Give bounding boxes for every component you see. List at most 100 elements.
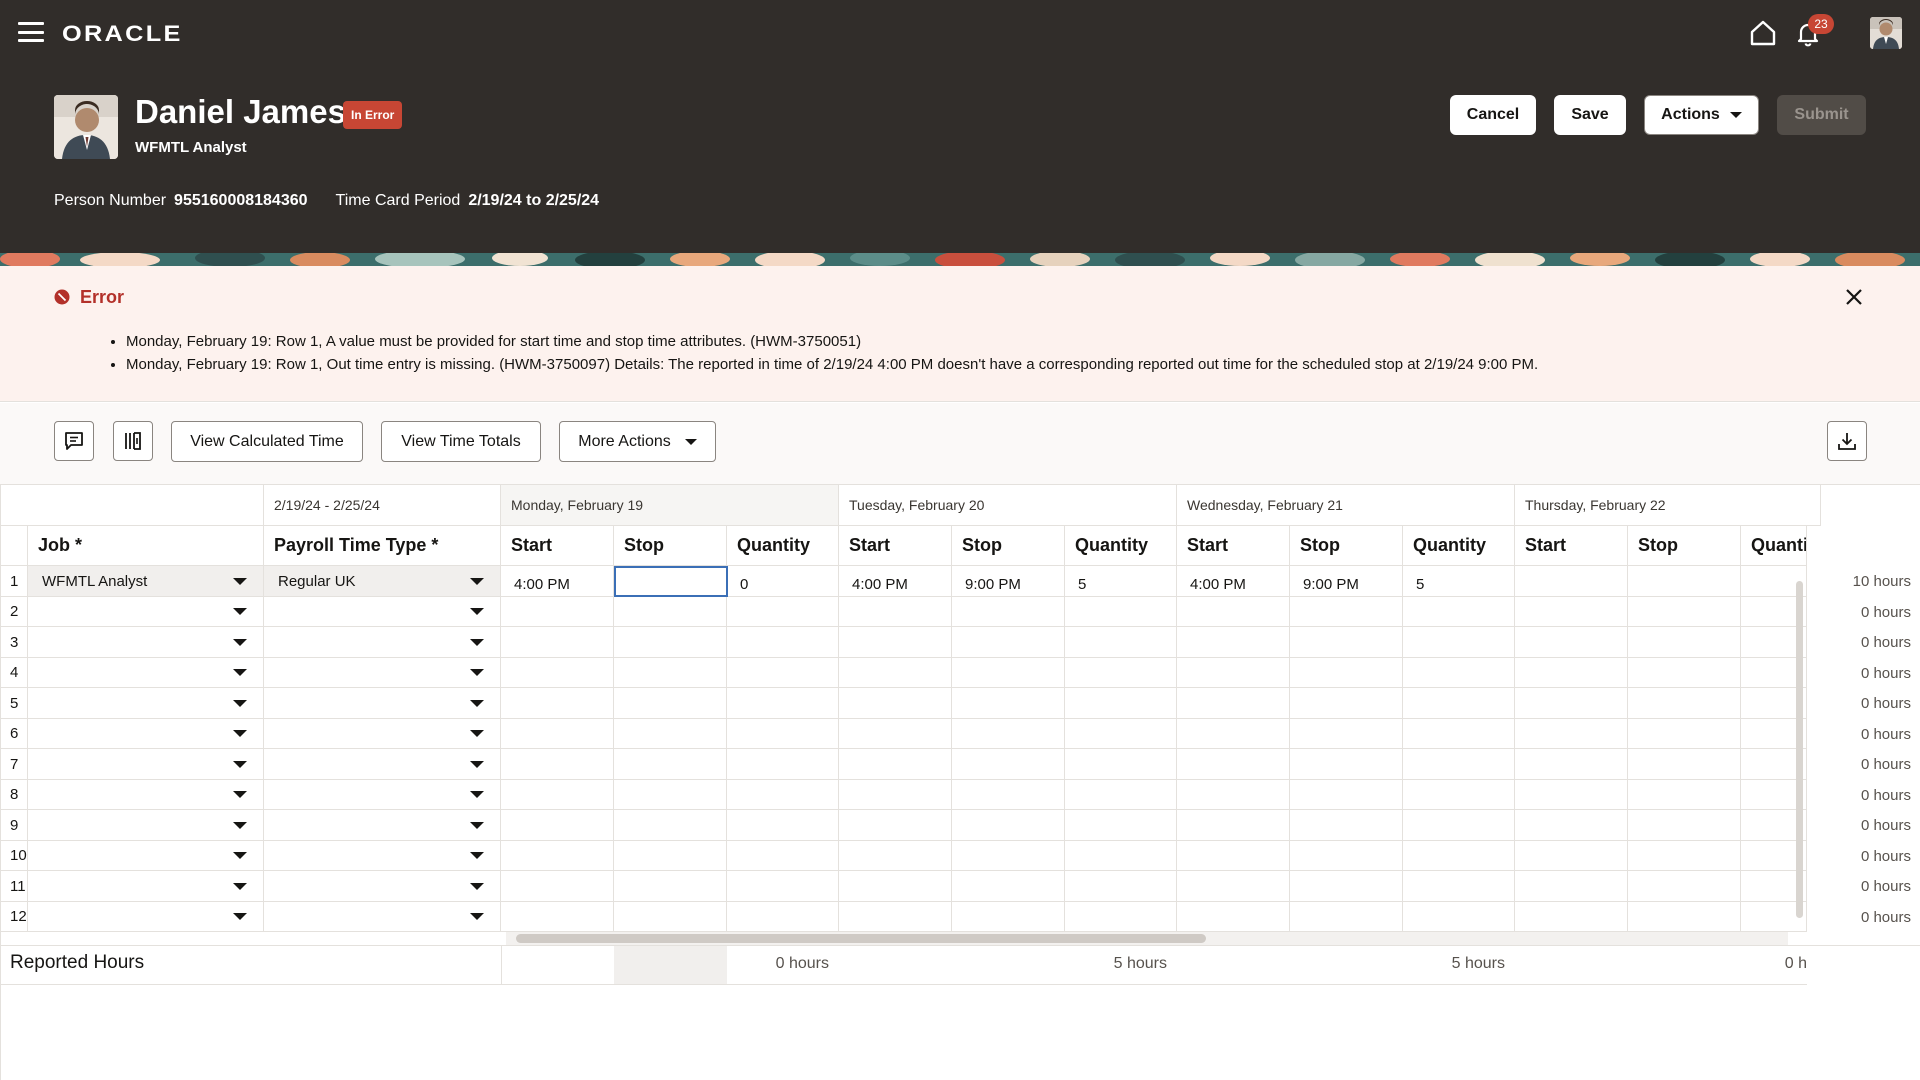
column-header-quantity[interactable]: Quantity — [1065, 526, 1177, 566]
quantity-time-cell[interactable] — [727, 719, 839, 749]
start-time-cell[interactable] — [839, 627, 952, 658]
start-time-cell[interactable] — [501, 749, 614, 780]
job-select[interactable] — [28, 597, 264, 627]
stop-time-cell[interactable] — [952, 658, 1065, 688]
close-icon[interactable] — [1842, 285, 1866, 309]
payroll-time-type-select[interactable]: Regular UK — [264, 566, 501, 597]
chevron-down-icon[interactable] — [233, 577, 247, 585]
stop-time-cell[interactable] — [1628, 780, 1741, 810]
start-time-cell[interactable] — [1177, 871, 1290, 902]
stop-time-cell[interactable] — [1290, 627, 1403, 658]
chevron-down-icon[interactable] — [233, 791, 247, 798]
stop-time-cell[interactable] — [1628, 658, 1741, 688]
payroll-time-type-select[interactable] — [264, 749, 501, 780]
column-header-start[interactable]: Start — [1515, 526, 1628, 566]
stop-time-cell[interactable] — [952, 688, 1065, 719]
columns-button[interactable] — [113, 421, 153, 461]
chevron-down-icon[interactable] — [470, 638, 484, 646]
job-select[interactable]: WFMTL Analyst — [28, 566, 264, 597]
quantity-time-cell[interactable] — [727, 780, 839, 810]
job-select[interactable] — [28, 902, 264, 932]
column-header-stop[interactable]: Stop — [614, 526, 727, 566]
job-select[interactable] — [28, 749, 264, 780]
start-time-cell[interactable] — [1515, 871, 1628, 902]
quantity-time-cell[interactable] — [727, 871, 839, 902]
stop-time-cell[interactable] — [614, 597, 727, 627]
view-time-totals-button[interactable]: View Time Totals — [381, 421, 541, 462]
stop-time-cell[interactable] — [1628, 688, 1741, 719]
chevron-down-icon[interactable] — [233, 852, 247, 859]
start-time-cell[interactable] — [501, 841, 614, 871]
stop-time-cell[interactable] — [952, 871, 1065, 902]
stop-time-cell[interactable] — [1628, 566, 1741, 597]
vertical-scrollbar-thumb[interactable] — [1796, 581, 1803, 918]
stop-time-cell[interactable] — [1628, 841, 1741, 871]
quantity-time-cell[interactable] — [1065, 749, 1177, 780]
save-button[interactable]: Save — [1554, 95, 1626, 135]
stop-time-cell[interactable] — [614, 749, 727, 780]
start-time-cell[interactable] — [1515, 749, 1628, 780]
start-time-cell[interactable] — [1177, 719, 1290, 749]
chevron-down-icon[interactable] — [470, 791, 484, 798]
start-time-cell[interactable] — [839, 688, 952, 719]
chevron-down-icon[interactable] — [233, 730, 247, 737]
payroll-time-type-select[interactable] — [264, 841, 501, 871]
stop-time-cell[interactable] — [952, 780, 1065, 810]
quantity-time-cell[interactable] — [727, 627, 839, 658]
chevron-down-icon[interactable] — [233, 882, 247, 890]
start-time-cell[interactable] — [501, 810, 614, 841]
chevron-down-icon[interactable] — [470, 669, 484, 676]
quantity-time-cell[interactable] — [1065, 597, 1177, 627]
start-time-cell[interactable] — [501, 627, 614, 658]
more-actions-button[interactable]: More Actions — [559, 421, 716, 462]
comments-button[interactable] — [54, 421, 94, 461]
chevron-down-icon[interactable] — [470, 821, 484, 829]
start-time-cell[interactable]: 4:00 PM — [1177, 566, 1290, 597]
start-time-cell[interactable] — [1515, 627, 1628, 658]
stop-time-cell[interactable] — [952, 902, 1065, 932]
stop-time-cell[interactable] — [614, 688, 727, 719]
stop-time-cell[interactable] — [1290, 810, 1403, 841]
stop-time-cell[interactable] — [1628, 627, 1741, 658]
quantity-time-cell[interactable] — [727, 841, 839, 871]
stop-time-cell[interactable] — [614, 871, 727, 902]
job-select[interactable] — [28, 780, 264, 810]
quantity-time-cell[interactable] — [1403, 810, 1515, 841]
quantity-time-cell[interactable] — [1403, 841, 1515, 871]
job-select[interactable] — [28, 719, 264, 749]
quantity-time-cell[interactable] — [1065, 688, 1177, 719]
column-header-payroll-time-type[interactable]: Payroll Time Type * — [264, 526, 501, 566]
column-header-quantity[interactable]: Quantity — [1741, 526, 1807, 566]
start-time-cell[interactable] — [839, 810, 952, 841]
payroll-time-type-select[interactable] — [264, 627, 501, 658]
column-header-quantity[interactable]: Quantity — [1403, 526, 1515, 566]
stop-time-cell[interactable]: 9:00 PM — [952, 566, 1065, 597]
horizontal-scrollbar-thumb[interactable] — [516, 934, 1206, 943]
quantity-time-cell[interactable] — [1403, 688, 1515, 719]
payroll-time-type-select[interactable] — [264, 780, 501, 810]
quantity-time-cell[interactable] — [727, 688, 839, 719]
stop-time-cell[interactable] — [614, 810, 727, 841]
payroll-time-type-select[interactable] — [264, 719, 501, 749]
user-avatar[interactable] — [1870, 17, 1902, 49]
chevron-down-icon[interactable] — [470, 608, 484, 615]
stop-time-cell[interactable] — [1628, 749, 1741, 780]
stop-time-cell[interactable] — [614, 902, 727, 932]
start-time-cell[interactable] — [1177, 780, 1290, 810]
stop-time-cell[interactable]: 9:00 PM — [1290, 566, 1403, 597]
quantity-time-cell[interactable] — [1403, 658, 1515, 688]
home-icon[interactable] — [1748, 18, 1778, 48]
chevron-down-icon[interactable] — [470, 760, 484, 768]
stop-time-cell[interactable] — [1290, 871, 1403, 902]
job-select[interactable] — [28, 871, 264, 902]
chevron-down-icon[interactable] — [470, 852, 484, 859]
stop-time-cell[interactable] — [1290, 749, 1403, 780]
payroll-time-type-select[interactable] — [264, 871, 501, 902]
start-time-cell[interactable] — [839, 658, 952, 688]
start-time-cell[interactable] — [501, 688, 614, 719]
job-select[interactable] — [28, 810, 264, 841]
quantity-time-cell[interactable]: 5 — [1065, 566, 1177, 597]
stop-time-cell[interactable] — [952, 719, 1065, 749]
quantity-time-cell[interactable] — [1403, 871, 1515, 902]
start-time-cell[interactable] — [1515, 902, 1628, 932]
